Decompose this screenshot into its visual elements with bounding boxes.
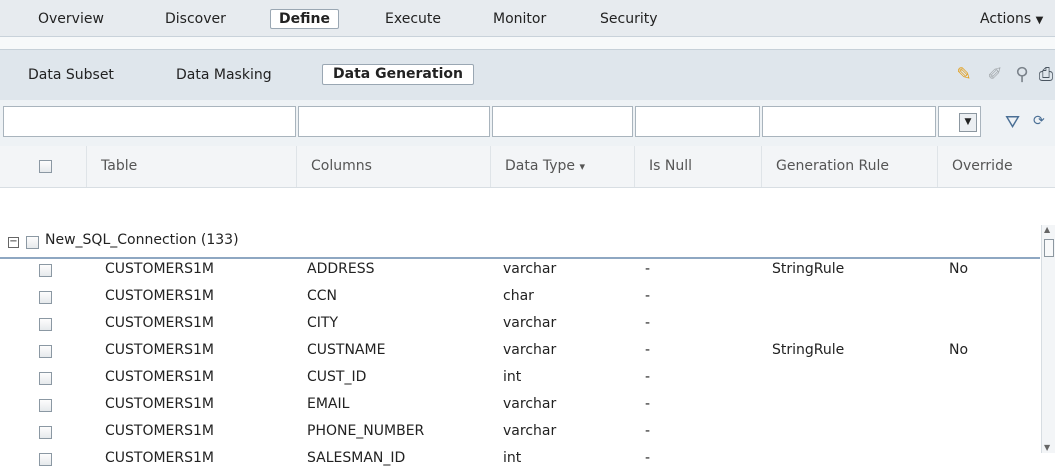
- cell-column: CUSTNAME: [307, 342, 386, 358]
- cell-column: EMAIL: [307, 396, 350, 412]
- table-row[interactable]: CUSTOMERS1M EMAIL varchar -: [0, 392, 1040, 419]
- row-checkbox[interactable]: [39, 264, 52, 277]
- sub-nav: Data Subset Data Masking Data Generation…: [0, 49, 1055, 101]
- filter-isnull-input[interactable]: [635, 106, 760, 137]
- tab-discover[interactable]: Discover: [165, 9, 226, 29]
- cell-data-type: int: [503, 450, 522, 466]
- cell-data-type: char: [503, 288, 534, 304]
- cell-table: CUSTOMERS1M: [105, 396, 215, 412]
- actions-menu[interactable]: Actions ▼: [980, 9, 1043, 29]
- header-table[interactable]: Table: [86, 146, 296, 187]
- filter-override-select[interactable]: ▼: [938, 106, 981, 137]
- row-checkbox[interactable]: [39, 318, 52, 331]
- tab-data-subset[interactable]: Data Subset: [28, 65, 114, 85]
- cell-column: CUST_ID: [307, 369, 367, 385]
- row-checkbox[interactable]: [39, 291, 52, 304]
- cell-data-type: int: [503, 369, 522, 385]
- cell-generation-rule: StringRule: [772, 342, 845, 358]
- cell-table: CUSTOMERS1M: [105, 315, 215, 331]
- filter-rule-input[interactable]: [762, 106, 936, 137]
- cell-is-null: -: [645, 369, 651, 385]
- tab-overview[interactable]: Overview: [38, 9, 104, 29]
- cell-data-type: varchar: [503, 423, 557, 439]
- group-label: New_SQL_Connection (133): [45, 232, 239, 248]
- row-checkbox[interactable]: [39, 426, 52, 439]
- table-row[interactable]: CUSTOMERS1M CUST_ID int -: [0, 365, 1040, 392]
- tab-security[interactable]: Security: [600, 9, 658, 29]
- filter-row: ▼ ⛛ ⟳: [0, 100, 1055, 147]
- cell-data-type: varchar: [503, 315, 557, 331]
- cell-data-type: varchar: [503, 396, 557, 412]
- collapse-icon[interactable]: −: [8, 237, 19, 248]
- row-checkbox[interactable]: [39, 399, 52, 412]
- cell-is-null: -: [645, 423, 651, 439]
- filter-table-input[interactable]: [3, 106, 296, 137]
- group-checkbox[interactable]: [26, 236, 39, 249]
- header-generation-rule[interactable]: Generation Rule: [761, 146, 937, 187]
- cell-column: ADDRESS: [307, 261, 375, 277]
- cell-column: CITY: [307, 315, 339, 331]
- cell-is-null: -: [645, 450, 651, 466]
- header-columns[interactable]: Columns: [296, 146, 490, 187]
- cell-table: CUSTOMERS1M: [105, 288, 215, 304]
- tab-execute[interactable]: Execute: [385, 9, 441, 29]
- cell-table: CUSTOMERS1M: [105, 261, 215, 277]
- filter-datatype-input[interactable]: [492, 106, 633, 137]
- cell-generation-rule: StringRule: [772, 261, 845, 277]
- filter-icon[interactable]: ⛛: [1005, 112, 1020, 133]
- tab-data-masking[interactable]: Data Masking: [176, 65, 272, 85]
- cell-column: PHONE_NUMBER: [307, 423, 425, 439]
- scroll-up-icon[interactable]: ▲: [1044, 225, 1050, 234]
- cell-table: CUSTOMERS1M: [105, 450, 215, 466]
- actions-label: Actions: [980, 11, 1032, 27]
- table-row[interactable]: CUSTOMERS1M SALESMAN_ID int -: [0, 446, 1040, 473]
- clear-filter-icon[interactable]: ⟳: [1033, 113, 1045, 129]
- link-icon[interactable]: ⚲: [1012, 65, 1032, 85]
- cell-override: No: [949, 261, 969, 277]
- top-nav: Overview Discover Define Execute Monitor…: [0, 0, 1055, 37]
- pencil-icon[interactable]: ✎: [954, 65, 974, 85]
- tab-monitor[interactable]: Monitor: [493, 9, 546, 29]
- select-all-checkbox[interactable]: [39, 160, 52, 173]
- cell-is-null: -: [645, 315, 651, 331]
- table-header: Table Columns Data Type ▾ Is Null Genera…: [0, 146, 1055, 188]
- cell-table: CUSTOMERS1M: [105, 342, 215, 358]
- scroll-down-icon[interactable]: ▼: [1044, 443, 1050, 452]
- nav-spacer: [0, 37, 1055, 49]
- cell-is-null: -: [645, 396, 651, 412]
- filter-columns-input[interactable]: [298, 106, 490, 137]
- tab-define[interactable]: Define: [270, 9, 339, 29]
- table-row[interactable]: CUSTOMERS1M PHONE_NUMBER varchar -: [0, 419, 1040, 446]
- chevron-down-icon: ▼: [1035, 15, 1044, 26]
- table-row[interactable]: CUSTOMERS1M CUSTNAME varchar - StringRule No: [0, 338, 1040, 365]
- tab-data-generation[interactable]: Data Generation: [322, 64, 474, 85]
- cell-is-null: -: [645, 288, 651, 304]
- cell-column: CCN: [307, 288, 338, 304]
- header-override[interactable]: Override: [937, 146, 1041, 187]
- row-checkbox[interactable]: [39, 453, 52, 466]
- cell-data-type: varchar: [503, 342, 557, 358]
- vertical-scrollbar[interactable]: ▲ ▼: [1041, 225, 1055, 453]
- row-checkbox[interactable]: [39, 372, 52, 385]
- print-icon[interactable]: ⎙: [1036, 65, 1055, 85]
- scroll-thumb[interactable]: [1044, 239, 1054, 257]
- header-data-type[interactable]: Data Type ▾: [490, 146, 634, 187]
- sort-desc-icon: ▾: [579, 160, 586, 173]
- table-row[interactable]: CUSTOMERS1M ADDRESS varchar - StringRule No: [0, 257, 1040, 284]
- cell-table: CUSTOMERS1M: [105, 423, 215, 439]
- table-row[interactable]: CUSTOMERS1M CCN char -: [0, 284, 1040, 311]
- eraser-icon[interactable]: ✐: [985, 65, 1005, 85]
- cell-is-null: -: [645, 342, 651, 358]
- header-is-null[interactable]: Is Null: [634, 146, 761, 187]
- cell-column: SALESMAN_ID: [307, 450, 406, 466]
- cell-override: No: [949, 342, 969, 358]
- dropdown-arrow-icon[interactable]: ▼: [959, 113, 977, 132]
- cell-data-type: varchar: [503, 261, 557, 277]
- row-checkbox[interactable]: [39, 345, 52, 358]
- header-data-type-label: Data Type: [505, 158, 576, 174]
- cell-is-null: -: [645, 261, 651, 277]
- table-row[interactable]: CUSTOMERS1M CITY varchar -: [0, 311, 1040, 338]
- cell-table: CUSTOMERS1M: [105, 369, 215, 385]
- group-row: − New_SQL_Connection (133): [0, 229, 1040, 259]
